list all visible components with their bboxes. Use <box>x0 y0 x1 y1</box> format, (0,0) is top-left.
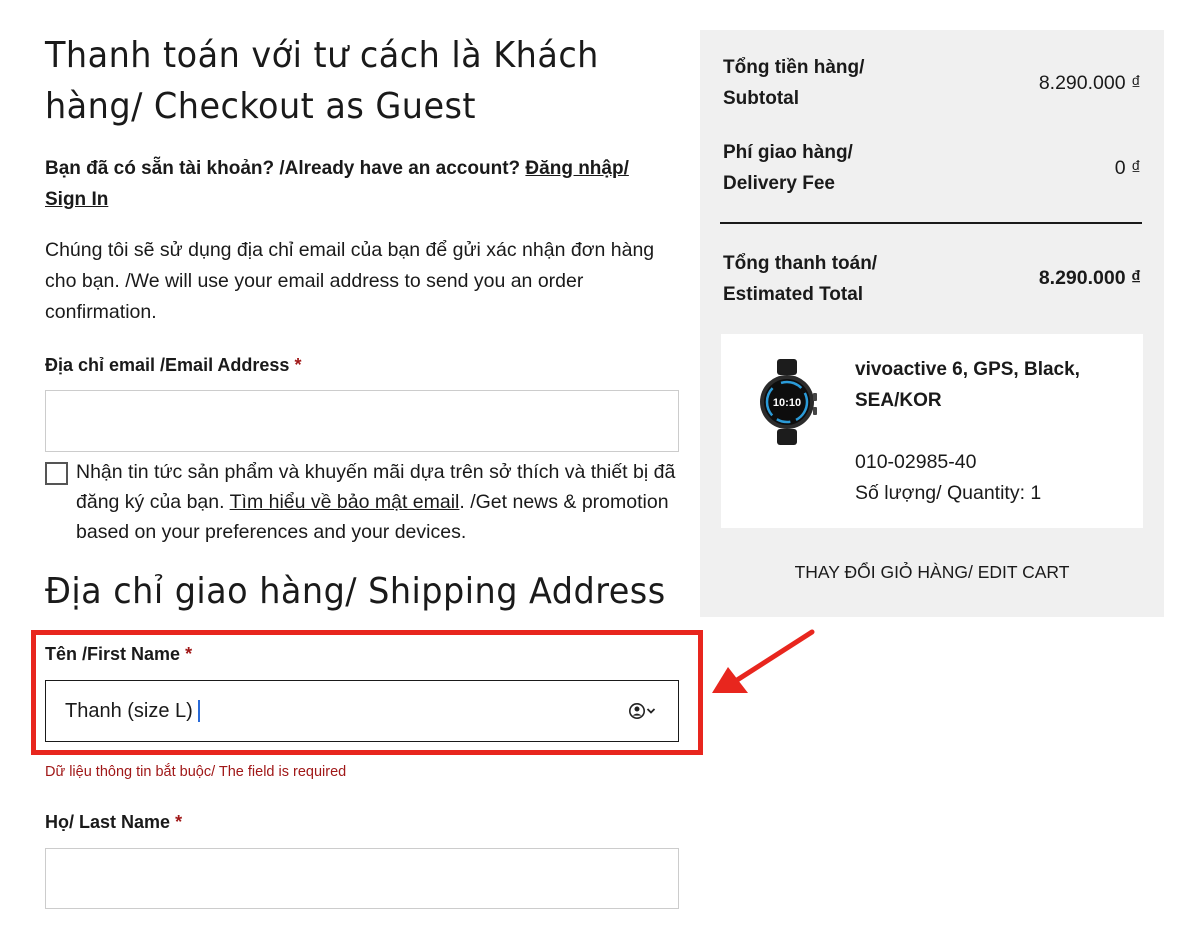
first-name-field[interactable]: Thanh (size L) <box>45 680 679 742</box>
product-quantity: Số lượng/ Quantity: 1 <box>855 482 1042 504</box>
first-name-label-text: Tên /First Name <box>45 644 181 664</box>
summary-divider <box>720 222 1142 224</box>
estimated-total-label-line-1: Tổng thanh toán/ <box>723 253 878 274</box>
subtotal-label-line-1: Tổng tiền hàng/ <box>723 57 865 78</box>
text-cursor <box>198 700 200 722</box>
order-summary: Tổng tiền hàng/ Subtotal 8.290.000 ₫ Phí… <box>700 30 1164 617</box>
email-label-text: Địa chỉ email /Email Address <box>45 355 290 375</box>
required-mark: * <box>185 644 193 664</box>
email-privacy-link[interactable]: Tìm hiểu về bảo mật email <box>230 491 460 513</box>
annotation-arrow-icon <box>712 629 815 693</box>
subtotal-value: 8.290.000 ₫ <box>1038 72 1141 94</box>
delivery-fee-value: 0 ₫ <box>1114 157 1141 179</box>
first-name-value: Thanh (size L) <box>65 700 193 722</box>
last-name-field[interactable] <box>45 848 679 909</box>
newsletter-text: Nhận tin tức sản phẩm và khuyến mãi dựa … <box>76 457 686 547</box>
required-mark: * <box>294 355 302 375</box>
required-mark: * <box>175 812 183 832</box>
account-prompt: Bạn đã có sẵn tài khoản? /Already have a… <box>45 153 665 215</box>
edit-cart-button[interactable]: THAY ĐỔI GIỎ HÀNG/ EDIT CART <box>700 560 1164 584</box>
product-image: 10:10 <box>760 359 817 445</box>
first-name-label: Tên /First Name * <box>45 641 192 667</box>
last-name-label: Họ/ Last Name * <box>45 809 182 835</box>
cart-item: 10:10 vivoactive 6, GPS, Black, SEA/KOR … <box>721 334 1143 528</box>
newsletter-checkbox[interactable] <box>45 462 68 485</box>
last-name-value <box>46 849 678 881</box>
account-prompt-text: Bạn đã có sẵn tài khoản? /Already have a… <box>45 158 521 179</box>
shipping-title: Địa chỉ giao hàng/ Shipping Address <box>45 571 666 612</box>
email-label: Địa chỉ email /Email Address * <box>45 352 301 378</box>
subtotal-label: Tổng tiền hàng/ Subtotal <box>723 52 864 114</box>
estimated-total-label: Tổng thanh toán/ Estimated Total <box>723 248 877 310</box>
product-name: vivoactive 6, GPS, Black, SEA/KOR <box>855 359 1080 411</box>
product-sku: 010-02985-40 <box>855 451 977 473</box>
last-name-label-text: Họ/ Last Name <box>45 812 171 832</box>
estimated-total-label-line-2: Estimated Total <box>723 284 864 305</box>
subtotal-label-line-2: Subtotal <box>723 88 799 109</box>
watch-face-time: 10:10 <box>773 397 801 409</box>
delivery-fee-label-line-2: Delivery Fee <box>723 173 835 194</box>
page-title: Thanh toán với tư cách là Khách hàng/ Ch… <box>45 35 599 127</box>
email-field-value <box>46 391 678 423</box>
email-info-text: Chúng tôi sẽ sử dụng địa chỉ email của b… <box>45 239 655 323</box>
first-name-error: Dữ liệu thông tin bắt buộc/ The field is… <box>45 764 347 780</box>
autofill-contact-icon[interactable] <box>628 702 658 720</box>
email-field[interactable] <box>45 390 679 452</box>
estimated-total-value: 8.290.000 ₫ <box>1038 267 1141 289</box>
delivery-fee-label-line-1: Phí giao hàng/ <box>723 142 853 163</box>
edit-cart-label: THAY ĐỔI GIỎ HÀNG/ EDIT CART <box>794 562 1070 582</box>
delivery-fee-label: Phí giao hàng/ Delivery Fee <box>723 137 853 199</box>
